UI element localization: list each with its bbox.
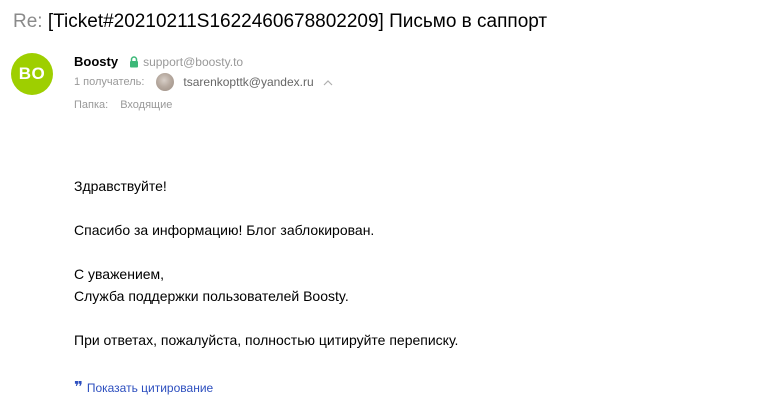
sender-row: Boosty support@boosty.to: [74, 54, 243, 69]
message-note: При ответах, пожалуйста, полностью цитир…: [74, 332, 459, 348]
subject-title: [Ticket#20210211S1622460678802209] Письм…: [47, 11, 548, 32]
folder-label: Папка:: [74, 99, 109, 111]
message-greeting: Здравствуйте!: [74, 178, 167, 194]
email-subject: Re: [Ticket#20210211S1622460678802209] П…: [13, 10, 547, 34]
sender-name[interactable]: Boosty: [74, 54, 118, 69]
folder-row: Папка: Входящие: [74, 99, 172, 111]
show-quote-button[interactable]: ❞ Показать цитирование: [74, 380, 213, 395]
recipients-label: 1 получатель:: [74, 76, 145, 88]
recipient-avatar: [156, 73, 175, 91]
quote-icon: ❞: [74, 378, 83, 396]
show-quote-label: Показать цитирование: [86, 380, 214, 395]
message-signature: Служба поддержки пользователей Boosty.: [74, 288, 349, 304]
chevron-up-icon[interactable]: [323, 79, 333, 86]
recipients-row: 1 получатель: tsarenkopttk@yandex.ru: [74, 73, 333, 91]
sender-avatar[interactable]: BO: [11, 53, 53, 95]
lock-icon: [130, 55, 139, 67]
recipient-email[interactable]: tsarenkopttk@yandex.ru: [183, 75, 313, 89]
folder-value[interactable]: Входящие: [120, 99, 172, 111]
message-line: Спасибо за информацию! Блог заблокирован…: [74, 222, 375, 238]
message-closing: С уважением,: [74, 266, 165, 282]
sender-email[interactable]: support@boosty.to: [143, 55, 243, 69]
subject-reply-prefix: Re:: [13, 11, 43, 32]
